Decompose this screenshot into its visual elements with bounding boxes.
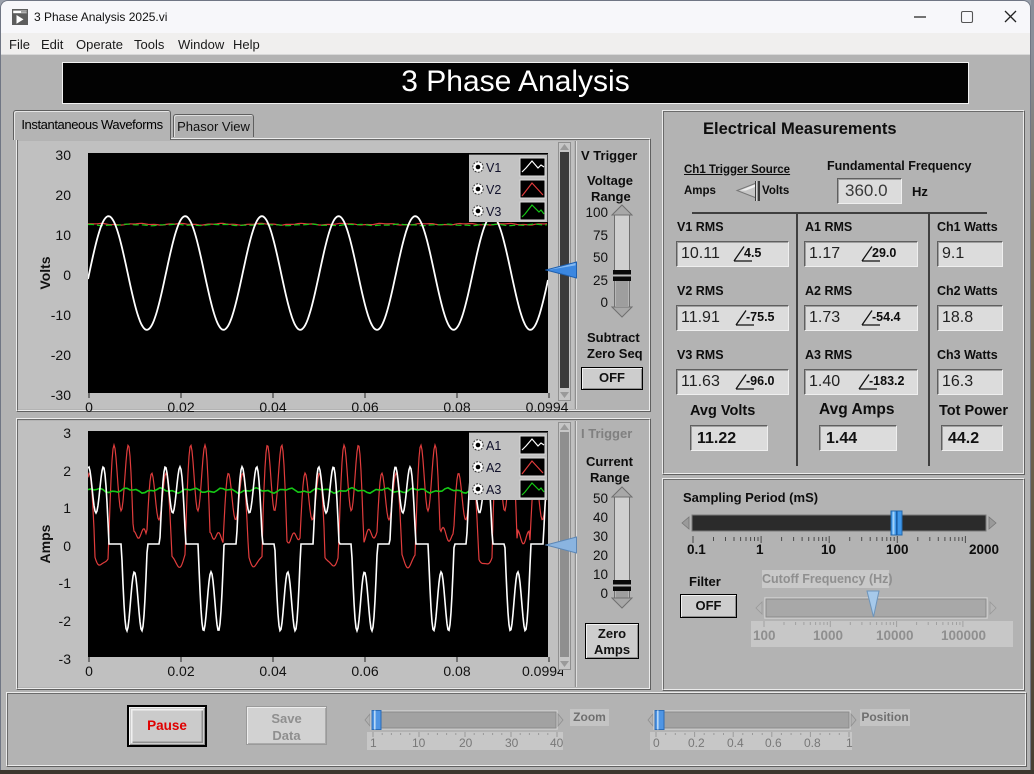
svg-text:A2: A2 (486, 461, 501, 475)
svg-text:V1: V1 (486, 161, 501, 175)
svg-text:A1: A1 (486, 439, 501, 453)
svg-text:V3: V3 (486, 205, 501, 219)
svg-text:A3: A3 (486, 483, 501, 497)
svg-text:V2: V2 (486, 183, 501, 197)
